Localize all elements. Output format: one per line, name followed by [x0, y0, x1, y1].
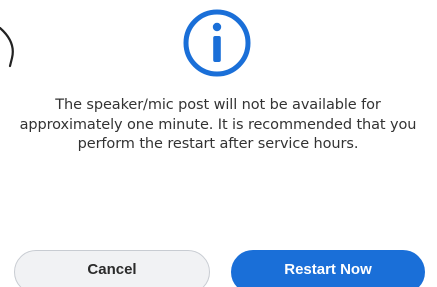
info-circle-icon: [183, 9, 251, 77]
restart-confirm-dialog: The speaker/mic post will not be availab…: [0, 0, 437, 287]
partial-edge-mark: [0, 26, 14, 68]
dialog-message: The speaker/mic post will not be availab…: [19, 97, 417, 152]
restart-now-button[interactable]: Restart Now: [231, 250, 425, 287]
cancel-button[interactable]: Cancel: [14, 250, 210, 287]
